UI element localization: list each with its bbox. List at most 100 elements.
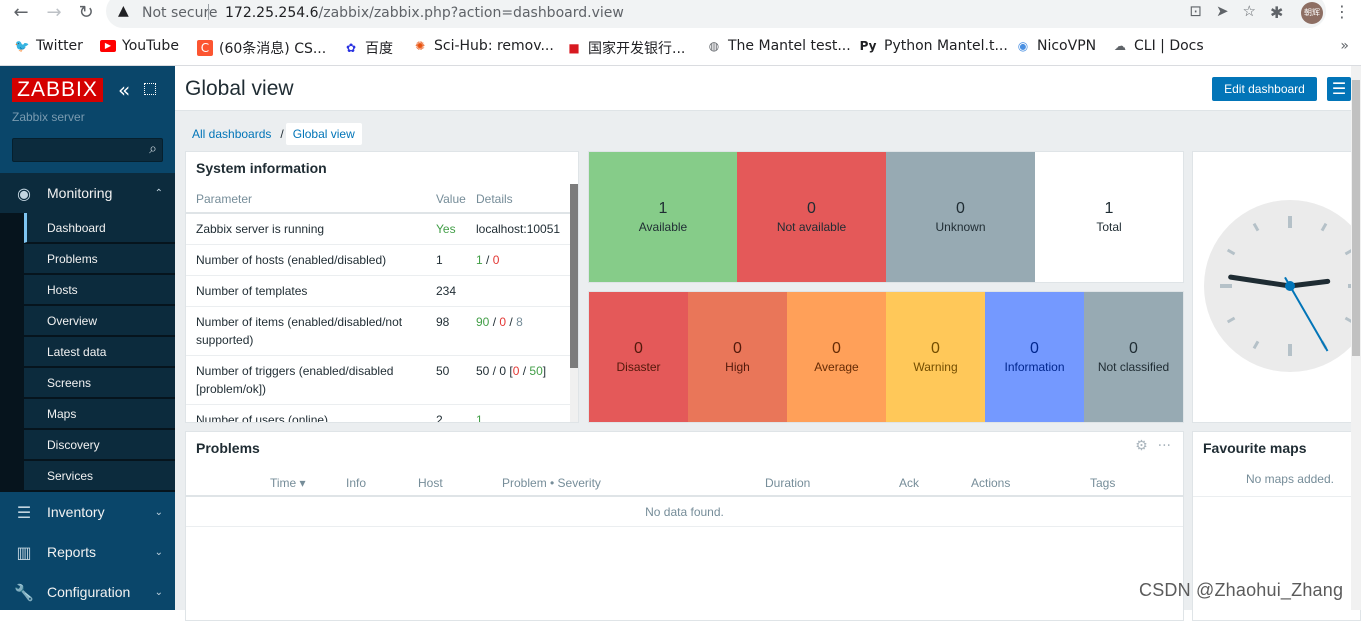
gear-icon[interactable]: ⚙	[1135, 438, 1148, 454]
hamburger-icon: ☰	[1331, 79, 1347, 98]
zabbix-logo[interactable]: ZABBIX	[12, 78, 103, 102]
table-row: Number of users (online) 2 1	[186, 405, 570, 422]
send-icon[interactable]: ➤	[1216, 2, 1229, 20]
scrollbar-thumb[interactable]	[570, 184, 578, 368]
collapse-sidebar-icon[interactable]: «	[118, 78, 130, 102]
menu-monitoring[interactable]: ◉ Monitoring ⌃	[0, 173, 175, 215]
page-scrollbar-thumb[interactable]	[1352, 80, 1360, 356]
availability-tile-total[interactable]: 1 Total	[1035, 152, 1183, 282]
column-header-duration[interactable]: Duration	[765, 476, 810, 490]
tile-count: 0	[1030, 340, 1039, 357]
availability-tile-unknown[interactable]: 0 Unknown	[886, 152, 1035, 282]
bookmark-label: The Mantel test...	[728, 38, 851, 54]
details-cell: 1 / 0	[476, 251, 499, 269]
search-icon[interactable]: ⌕	[149, 141, 157, 157]
column-header[interactable]: Details	[476, 190, 513, 208]
severity-tile-disaster[interactable]: 0 Disaster	[589, 292, 688, 422]
sidebar-item-overview[interactable]: Overview	[24, 306, 175, 336]
sidebar-item-discovery[interactable]: Discovery	[24, 430, 175, 460]
widget-title: Problems	[196, 440, 260, 456]
bookmark-item[interactable]: Py Python Mantel.t...	[858, 38, 1008, 54]
sidebar-item-screens[interactable]: Screens	[24, 368, 175, 398]
bookmark-item[interactable]: 🐦 Twitter	[14, 38, 83, 54]
breadcrumb-current[interactable]: Global view	[285, 123, 362, 145]
detail-part: 1	[476, 253, 483, 267]
column-header-host[interactable]: Host	[418, 476, 443, 490]
sidebar-item-problems[interactable]: Problems	[24, 244, 175, 274]
address-bar[interactable]: ▲ Not secure 172.25.254.6/zabbix/zabbix.…	[106, 0, 1326, 28]
bookmark-label: (60条消息) CS...	[219, 41, 327, 57]
column-header[interactable]: Value	[436, 190, 466, 208]
tile-count: 0	[832, 340, 841, 357]
detail-part: /	[519, 364, 530, 378]
parameter-cell: Number of templates	[196, 284, 308, 298]
url-path: /zabbix/zabbix.php?action=dashboard.view	[318, 5, 624, 21]
tile-count: 0	[931, 340, 940, 357]
column-header[interactable]: Parameter	[196, 190, 426, 208]
tile-count: 1	[658, 200, 668, 217]
cloud-icon: ☁	[1114, 39, 1126, 53]
star-icon[interactable]: ☆	[1243, 2, 1256, 20]
severity-tile-information[interactable]: 0 Information	[985, 292, 1084, 422]
sidebar-item-maps[interactable]: Maps	[24, 399, 175, 429]
sidebar-item-hosts[interactable]: Hosts	[24, 275, 175, 305]
search-input[interactable]: ⌕	[12, 138, 163, 162]
bookmark-item[interactable]: ◉ NicoVPN	[1015, 38, 1096, 54]
bookmark-item[interactable]: ✺ Sci-Hub: remov...	[412, 38, 554, 54]
severity-tile-average[interactable]: 0 Average	[787, 292, 886, 422]
detail-part: 50 / 0 [	[476, 364, 513, 378]
forward-icon[interactable]: →	[43, 2, 65, 24]
availability-tile-not-available[interactable]: 0 Not available	[737, 152, 886, 282]
bookmark-item[interactable]: ▶ YouTube	[100, 38, 179, 54]
table-header-row: Parameter Value Details	[186, 184, 570, 214]
profile-avatar[interactable]: 朝辉	[1301, 2, 1323, 24]
detail-part: /	[506, 315, 517, 329]
security-label[interactable]: Not secure	[142, 5, 218, 21]
reload-icon[interactable]: ↻	[75, 2, 97, 24]
menu-configuration[interactable]: 🔧 Configuration ⌄	[0, 572, 175, 612]
bookmark-item[interactable]: ■ 国家开发银行...	[566, 38, 685, 58]
url-text[interactable]: 172.25.254.6/zabbix/zabbix.php?action=da…	[225, 5, 624, 21]
page-scrollbar[interactable]	[1351, 66, 1361, 610]
extensions-icon[interactable]: ✱	[1270, 3, 1283, 22]
sidebar-item-dashboard[interactable]: Dashboard	[24, 213, 175, 243]
availability-tile-available[interactable]: 1 Available	[589, 152, 737, 282]
widget-scrollbar[interactable]	[570, 184, 578, 422]
severity-tile-high[interactable]: 0 High	[688, 292, 787, 422]
watermark: CSDN @Zhaohui_Zhang	[1139, 580, 1344, 600]
translate-icon[interactable]: ⊡	[1189, 2, 1202, 20]
more-options-icon[interactable]: ···	[1158, 438, 1171, 454]
sidebar-item-latest-data[interactable]: Latest data	[24, 337, 175, 367]
back-icon[interactable]: ←	[10, 2, 32, 24]
severity-tile-not-classified[interactable]: 0 Not classified	[1084, 292, 1183, 422]
bookmark-label: YouTube	[122, 38, 179, 54]
column-header-problem-severity[interactable]: Problem • Severity	[502, 476, 601, 490]
bookmarks-overflow-icon[interactable]: »	[1340, 38, 1349, 54]
bookmark-item[interactable]: ✿ 百度	[343, 38, 393, 58]
edit-dashboard-button[interactable]: Edit dashboard	[1212, 77, 1317, 101]
column-header-time[interactable]: Time ▾	[270, 476, 306, 490]
bookmark-label: Python Mantel.t...	[884, 38, 1008, 54]
bookmark-item[interactable]: ☁ CLI | Docs	[1112, 38, 1204, 54]
more-icon[interactable]: ⋮	[1334, 2, 1350, 21]
detail-part: localhost:10051	[476, 222, 561, 236]
column-header-ack[interactable]: Ack	[899, 476, 919, 490]
kiosk-mode-icon[interactable]	[144, 83, 156, 95]
dashboard-menu-button[interactable]: ☰	[1327, 77, 1351, 101]
bookmark-item[interactable]: C (60条消息) CS...	[197, 38, 326, 58]
chevron-down-icon: ⌄	[154, 546, 163, 558]
bar-chart-icon: ▥	[16, 542, 32, 562]
sidebar-item-services[interactable]: Services	[24, 461, 175, 491]
column-header-actions[interactable]: Actions	[971, 476, 1010, 490]
detail-part: 8	[516, 315, 523, 329]
column-header-tags[interactable]: Tags	[1090, 476, 1115, 490]
value-cell: 50	[436, 364, 450, 378]
bookmark-item[interactable]: ◍ The Mantel test...	[706, 38, 851, 54]
bookmarks-bar: 🐦 Twitter ▶ YouTube C (60条消息) CS... ✿ 百度 ✺ Sci-Hu…	[0, 34, 1361, 66]
menu-inventory[interactable]: ☰ Inventory ⌄	[0, 492, 175, 532]
menu-reports[interactable]: ▥ Reports ⌄	[0, 532, 175, 572]
breadcrumb-all-dashboards[interactable]: All dashboards	[185, 123, 278, 145]
column-header-info[interactable]: Info	[346, 476, 366, 490]
warning-icon[interactable]: ▲	[118, 3, 129, 19]
severity-tile-warning[interactable]: 0 Warning	[886, 292, 985, 422]
